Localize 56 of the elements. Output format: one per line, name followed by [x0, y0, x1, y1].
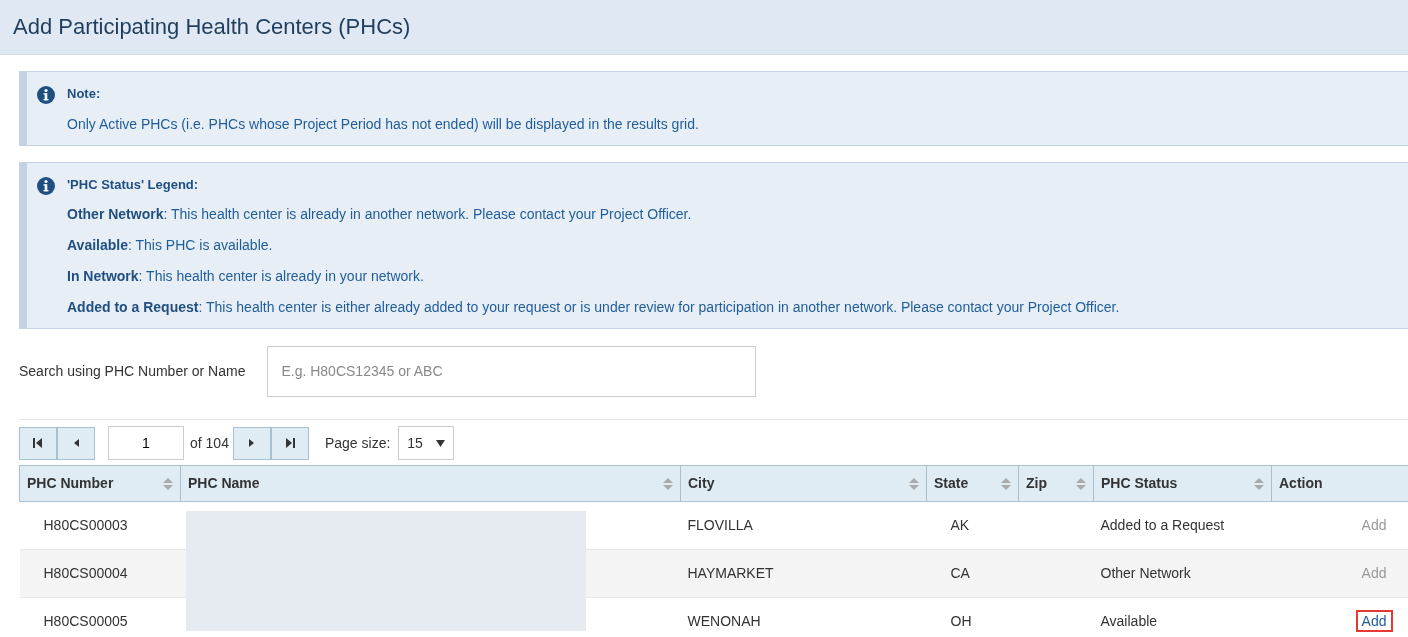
table-cell: OH — [950, 613, 972, 629]
sort-icon — [1001, 476, 1011, 491]
page-size-value: 15 — [407, 433, 423, 453]
page-size-label: Page size: — [324, 433, 391, 453]
search-field[interactable]: E.g. H80CS12345 or ABC — [267, 345, 757, 397]
page-number-field[interactable]: 1 — [108, 426, 184, 460]
search-label: Search using PHC Number or Name — [19, 361, 246, 381]
info-icon — [37, 176, 55, 195]
table-cell: AK — [950, 517, 970, 533]
legend-title: 'PHC Status' Legend: — [67, 175, 200, 194]
next-icon — [248, 438, 256, 448]
page-count: of 104 — [190, 433, 229, 453]
table-cell: FLOVILLA — [687, 517, 753, 533]
legend-text: Available: This PHC is available. — [67, 236, 274, 255]
sort-icon — [663, 476, 673, 491]
info-icon — [37, 86, 55, 105]
first-page-button[interactable] — [19, 426, 57, 460]
column-header[interactable]: PHC Name — [180, 465, 681, 502]
first-page-icon — [33, 437, 43, 449]
page-size-select[interactable]: 15 — [398, 426, 455, 460]
column-header[interactable]: Zip — [1018, 465, 1094, 502]
table-cell: H80CS00005 — [43, 613, 128, 629]
column-header[interactable]: PHC Number — [19, 465, 181, 502]
last-page-button[interactable] — [270, 426, 309, 460]
add-link[interactable]: Add — [1355, 610, 1393, 632]
column-title: City — [688, 474, 715, 493]
table-cell: Other Network — [1100, 565, 1191, 581]
table-cell: CA — [950, 565, 970, 581]
column-header[interactable]: City — [680, 465, 927, 502]
column-title: PHC Number — [27, 474, 114, 493]
table-cell: WENONAH — [687, 613, 761, 629]
note-text: Only Active PHCs (i.e. PHCs whose Project Period has not ended) will be displayed in the results grid. — [67, 114, 699, 134]
table-cell: H80CS00003 — [43, 517, 128, 533]
dropdown-icon — [436, 439, 446, 447]
legend-text: Other Network: This health center is already in another network. Please contact your Project Officer. — [67, 205, 693, 224]
legend-text: In Network: This health center is already in your network. — [67, 267, 425, 286]
note-title: Note: — [67, 85, 102, 103]
table-cell: Available — [1100, 613, 1158, 629]
column-header[interactable]: PHC Status — [1093, 465, 1272, 502]
column-title: Zip — [1026, 474, 1047, 493]
column-title: PHC Status — [1101, 474, 1178, 493]
sort-icon — [1076, 476, 1086, 491]
sort-icon — [909, 476, 919, 491]
column-header[interactable]: State — [926, 465, 1019, 502]
page-title: Add Participating Health Centers (PHCs) — [13, 13, 411, 41]
column-title: PHC Name — [188, 474, 260, 493]
table-cell: H80CS00004 — [43, 565, 128, 581]
table-cell: Added to a Request — [1100, 517, 1225, 533]
legend-text: Added to a Request: This health center is either already added to your request or is under review for participation in another network. Please contact your Project Officer. — [67, 298, 1120, 317]
column-title: State — [934, 474, 969, 493]
table-cell: HAYMARKET — [687, 565, 774, 581]
previous-icon — [72, 438, 80, 448]
sort-icon — [163, 476, 173, 491]
column-title: Action — [1279, 474, 1323, 493]
sort-icon — [1254, 476, 1264, 491]
last-page-icon — [284, 437, 295, 449]
